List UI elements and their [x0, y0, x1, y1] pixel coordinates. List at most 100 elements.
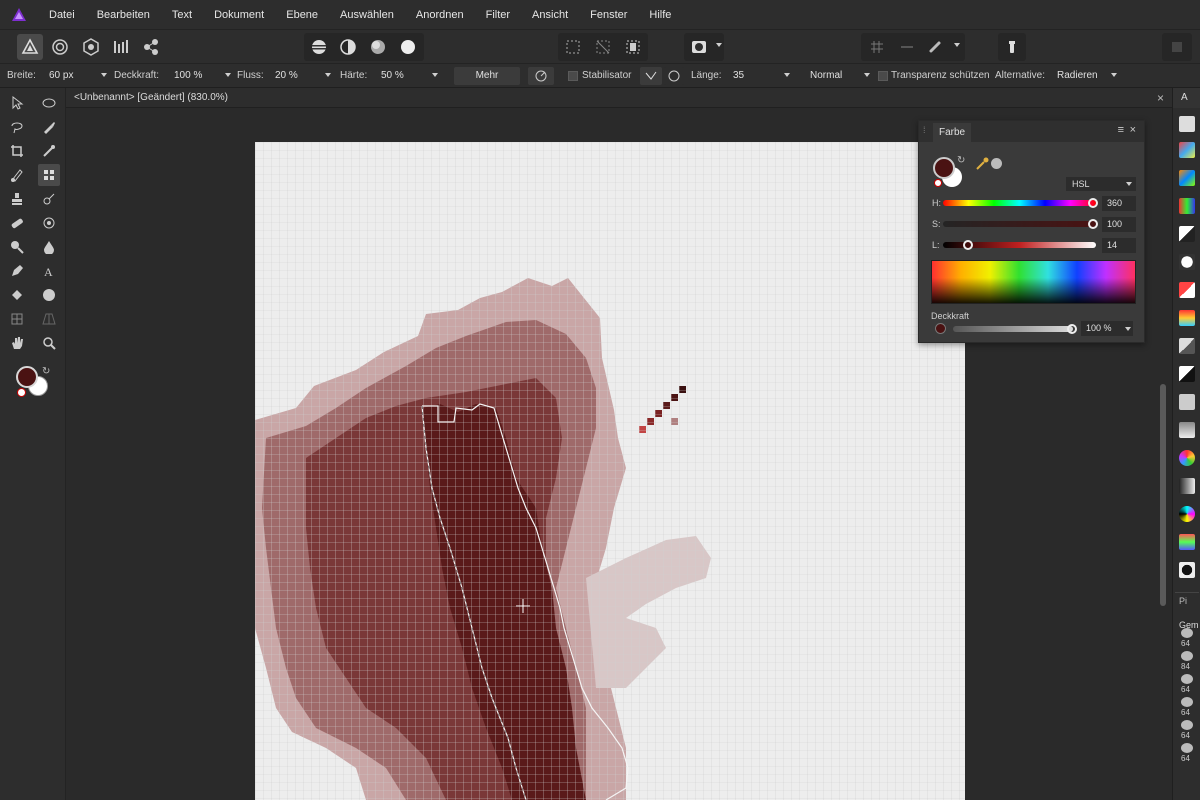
hue-slider-knob[interactable]: [1088, 198, 1098, 208]
dodge-tool-icon[interactable]: [6, 236, 28, 258]
panel-menu-icon[interactable]: ≡: [1118, 124, 1124, 136]
smudge-tool-icon[interactable]: [38, 188, 60, 210]
panel-swap-icon[interactable]: ↻: [957, 155, 965, 166]
studio-tab-label[interactable]: A: [1173, 88, 1200, 108]
flood-fill-tool-icon[interactable]: [6, 284, 28, 306]
menu-item-datei[interactable]: Datei: [38, 0, 86, 30]
snapping-dropdown-caret[interactable]: [954, 43, 960, 47]
menu-item-filter[interactable]: Filter: [475, 0, 521, 30]
alternative-select[interactable]: Radieren: [1053, 68, 1119, 84]
swap-colors-icon[interactable]: ↻: [42, 366, 50, 377]
document-tab[interactable]: <Unbenannt> [Geändert] (830.0%) ×: [66, 88, 1172, 108]
protect-alpha-checkbox[interactable]: [878, 71, 888, 81]
eyedropper-icon[interactable]: [975, 157, 989, 174]
text-tool-icon[interactable]: A: [38, 260, 60, 282]
assistant-icon[interactable]: [999, 34, 1025, 60]
lasso-ellipse-tool-icon[interactable]: [38, 92, 60, 114]
menu-item-dokument[interactable]: Dokument: [203, 0, 275, 30]
transparent-swatch[interactable]: [17, 388, 26, 397]
invert-icon[interactable]: [1179, 366, 1195, 382]
saturation-value-field[interactable]: 100: [1102, 217, 1136, 232]
recolor-icon[interactable]: [1179, 310, 1195, 326]
menu-item-auswählen[interactable]: Auswählen: [329, 0, 405, 30]
brush-preset-icon[interactable]: [1181, 628, 1193, 638]
invert-selection-icon[interactable]: [620, 34, 646, 60]
flow-dropdown-caret[interactable]: [325, 73, 331, 77]
blur-tool-icon[interactable]: [38, 236, 60, 258]
hue-slider[interactable]: [943, 200, 1096, 206]
panel-grip-icon[interactable]: ⁞: [923, 125, 926, 135]
snapping-arrow-icon[interactable]: [894, 34, 920, 60]
perspective-tool-icon[interactable]: [38, 308, 60, 330]
marquee-select-icon[interactable]: [560, 34, 586, 60]
blend-mode-select[interactable]: Normal: [806, 68, 872, 84]
pixel-tool-icon[interactable]: [38, 164, 60, 186]
clone-stamp-tool-icon[interactable]: [6, 188, 28, 210]
menu-item-text[interactable]: Text: [161, 0, 203, 30]
hemisphere-split-icon[interactable]: [306, 34, 332, 60]
color-tab[interactable]: Farbe: [933, 123, 972, 142]
sphere-light-icon[interactable]: [395, 34, 421, 60]
app-logo-icon[interactable]: [0, 0, 38, 30]
width-dropdown-caret[interactable]: [101, 73, 107, 77]
black-white-icon[interactable]: [1179, 338, 1195, 354]
shape-tool-icon[interactable]: [38, 284, 60, 306]
brush-preset-icon[interactable]: [1181, 651, 1193, 661]
menu-item-ansicht[interactable]: Ansicht: [521, 0, 579, 30]
mask-dropdown-caret[interactable]: [716, 43, 722, 47]
brush-preset-icon[interactable]: [1181, 720, 1193, 730]
lightness-value-field[interactable]: 14: [1102, 238, 1136, 253]
photo-persona-icon[interactable]: [17, 34, 43, 60]
color-spectrum[interactable]: [931, 260, 1136, 304]
export-persona-icon[interactable]: [138, 34, 164, 60]
color-model-caret[interactable]: [1126, 182, 1132, 186]
freehand-selection-tool-icon[interactable]: [6, 116, 28, 138]
hue-value-field[interactable]: 360: [1102, 196, 1136, 211]
brush-preset-icon[interactable]: [1181, 697, 1193, 707]
move-tool-icon[interactable]: [6, 92, 28, 114]
panel-primary-swatch[interactable]: [933, 157, 955, 179]
primary-color-swatch[interactable]: [16, 366, 38, 388]
color-picker-tool-icon[interactable]: [38, 140, 60, 162]
more-button[interactable]: Mehr: [454, 67, 520, 85]
mesh-warp-tool-icon[interactable]: [6, 308, 28, 330]
red-eye-tool-icon[interactable]: [38, 212, 60, 234]
color-balance-icon[interactable]: [1179, 170, 1195, 186]
panel-opacity-caret[interactable]: [1125, 327, 1131, 331]
color-swatches[interactable]: ↻: [16, 366, 56, 402]
blend-mode-caret[interactable]: [864, 73, 870, 77]
curves-icon[interactable]: [1179, 254, 1195, 270]
rope-mode-button[interactable]: [640, 67, 662, 85]
color-model-select[interactable]: HSL: [1066, 177, 1136, 191]
half-circle-icon[interactable]: [335, 34, 361, 60]
histogram-icon[interactable]: [1179, 116, 1195, 132]
channels-icon[interactable]: [1179, 198, 1195, 214]
menu-item-bearbeiten[interactable]: Bearbeiten: [86, 0, 161, 30]
hardness-dropdown-caret[interactable]: [432, 73, 438, 77]
crop-tool-icon[interactable]: [6, 140, 28, 162]
snapping-magnet-icon[interactable]: [922, 34, 948, 60]
sphere-shade-icon[interactable]: [365, 34, 391, 60]
panel-transparent-swatch[interactable]: [934, 179, 942, 187]
lut-icon[interactable]: [1179, 534, 1195, 550]
stabilizer-checkbox[interactable]: [568, 71, 578, 81]
brush-pressure-button[interactable]: [528, 67, 554, 85]
share-icon[interactable]: [1164, 34, 1190, 60]
vibrance-icon[interactable]: [1179, 450, 1195, 466]
menu-item-hilfe[interactable]: Hilfe: [638, 0, 682, 30]
brush-preset-icon[interactable]: [1181, 674, 1193, 684]
panel-opacity-slider[interactable]: [953, 326, 1073, 332]
paint-brush-tool-icon[interactable]: [6, 164, 28, 186]
hand-tool-icon[interactable]: [6, 332, 28, 354]
selection-brush-tool-icon[interactable]: [38, 116, 60, 138]
tone-mapping-persona-icon[interactable]: [108, 34, 134, 60]
lightness-slider-knob[interactable]: [963, 240, 973, 250]
selective-color-icon[interactable]: [1179, 506, 1195, 522]
deselect-icon[interactable]: [590, 34, 616, 60]
saturation-slider-knob[interactable]: [1088, 219, 1098, 229]
alternative-caret[interactable]: [1111, 73, 1117, 77]
saturation-slider[interactable]: [943, 221, 1096, 227]
menu-item-ebene[interactable]: Ebene: [275, 0, 329, 30]
flow-field[interactable]: 20 %: [271, 68, 333, 84]
pen-tool-icon[interactable]: [6, 260, 28, 282]
